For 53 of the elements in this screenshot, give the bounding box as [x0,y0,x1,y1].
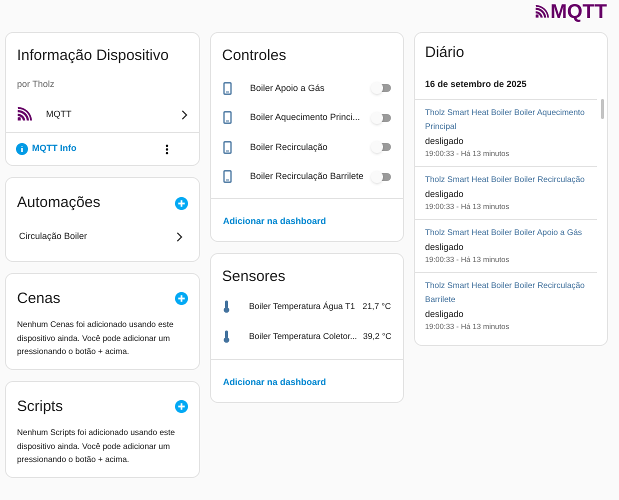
toggle-switch[interactable] [371,82,391,94]
card-title: Diário [424,43,466,63]
chevron-right-icon [180,110,188,120]
device-icon [223,170,232,184]
state-text: desligado [425,135,465,148]
control-label: Boiler Recirculação [250,140,329,154]
card-title: Sensores [221,266,286,286]
automation-item[interactable]: Circulação Boiler [6,222,199,250]
date-heading: 16 de setembro de 2025 [415,64,597,100]
sensor-value: 39,2 °C [363,330,392,343]
empty-message: Nenhum Scripts foi adicionado usando este dispositivo ainda. Você pode adicionar um pressionando o botão + acima. [16,427,176,466]
state-text: desligado [425,308,465,321]
scrollbar-thumb[interactable] [601,99,604,119]
manufacturer-text: por Tholz [16,78,56,91]
add-icon[interactable] [175,400,188,414]
card-title: Cenas [17,288,60,308]
thermometer-icon [223,330,230,343]
sensor-label: Boiler Temperatura Coletor... [249,330,358,343]
thermometer-icon [223,300,230,314]
logo-text: MQTT [550,2,607,22]
toggle-switch[interactable] [371,141,391,154]
card-title: Automações [17,193,100,213]
state-text: desligado [425,188,465,201]
chevron-right-icon [175,232,183,242]
control-label: Boiler Aquecimento Princi... [250,111,362,124]
info-icon [16,143,28,155]
card-title: Informação Dispositivo [16,46,170,66]
entity-link[interactable]: Tholz Smart Heat Boiler Boiler Aquecimento Principal [425,106,587,134]
card-title: Scripts [17,396,63,416]
sensor-value: 21,7 °C [362,300,391,314]
device-icon [223,111,232,124]
sensor-label: Boiler Temperatura Água T1 [249,300,356,314]
more-options-icon[interactable] [165,144,169,154]
entity-link[interactable]: Tholz Smart Heat Boiler Boiler Apoio a Gás [425,226,587,240]
control-label: Boiler Apoio a Gás [250,82,326,95]
add-icon[interactable] [175,292,188,306]
wifi-waves-icon [17,107,32,122]
toggle-switch[interactable] [371,112,391,124]
add-icon[interactable] [175,196,188,210]
toggle-switch[interactable] [371,170,391,183]
state-text: desligado [425,241,465,254]
wifi-waves-icon [535,5,550,19]
card-title: Controles [221,46,288,66]
entity-link[interactable]: Tholz Smart Heat Boiler Boiler Recirculação Barrilete [425,279,587,307]
entity-link[interactable]: Tholz Smart Heat Boiler Boiler Recirculação [425,173,587,187]
device-icon [223,82,232,95]
control-label: Boiler Recirculação Barrilete [250,170,365,183]
add-to-dashboard-link[interactable]: Adicionar na dashboard [223,216,326,226]
empty-message: Nenhum Cenas foi adicionado usando este dispositivo ainda. Você pode adicionar um pressionando o botão + acima. [16,319,175,358]
add-to-dashboard-link[interactable]: Adicionar na dashboard [223,377,326,387]
integration-row[interactable]: MQTT [6,97,199,132]
device-icon [223,140,232,154]
info-link[interactable]: MQTT Info [16,142,76,156]
